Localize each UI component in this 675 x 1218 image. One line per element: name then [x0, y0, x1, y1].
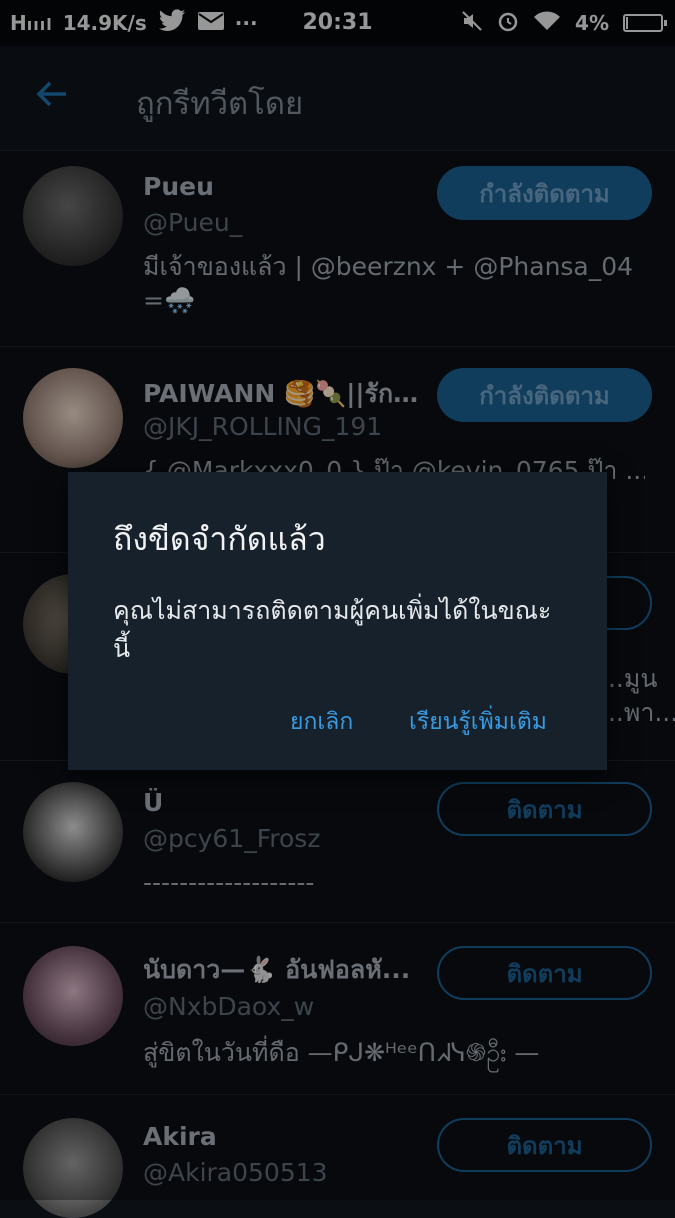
limit-reached-dialog: ถึงขีดจำกัดแล้ว คุณไม่สามารถติดตามผู้คนเ…	[68, 472, 607, 770]
dialog-message: คุณไม่สามารถติดตามผู้คนเพิ่มได้ในขณะนี้	[113, 596, 552, 663]
learn-more-button[interactable]: เรียนรู้เพิ่มเติม	[409, 704, 547, 740]
dialog-title: ถึงขีดจำกัดแล้ว	[113, 520, 326, 558]
cancel-button[interactable]: ยกเลิก	[290, 704, 353, 740]
